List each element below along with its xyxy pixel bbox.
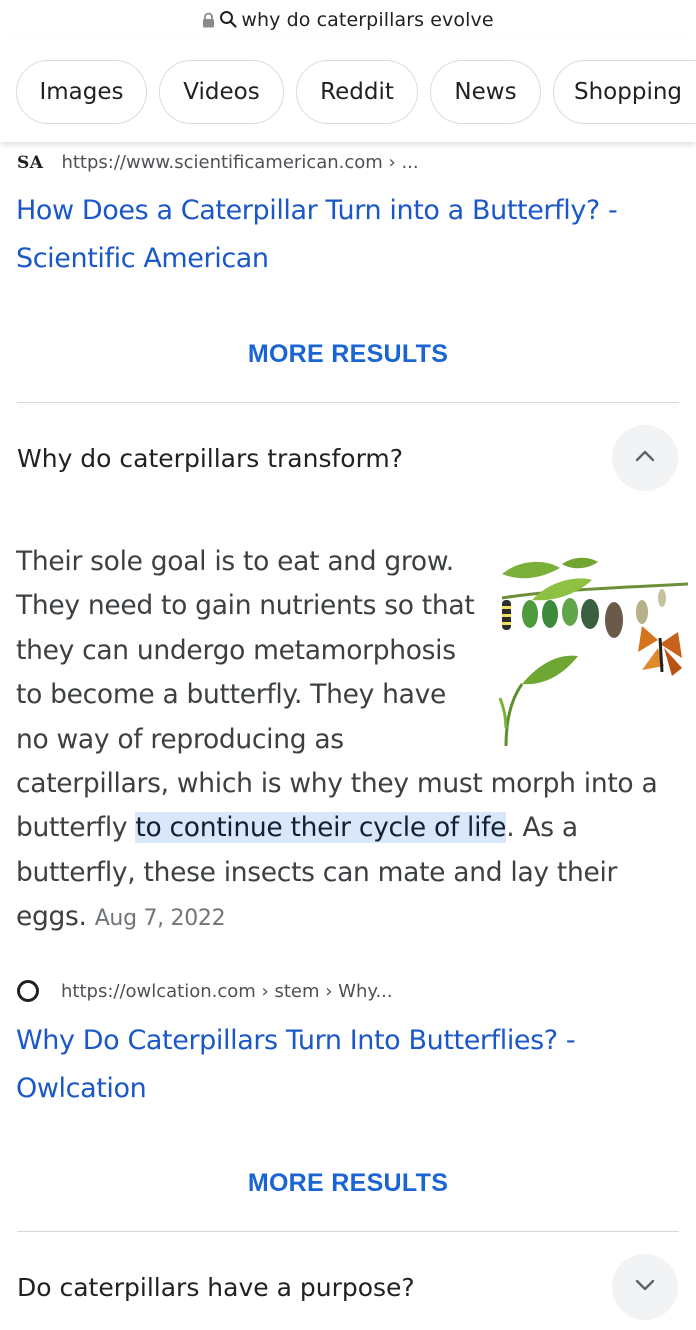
collapse-button[interactable] [612, 425, 678, 491]
chevron-down-icon [634, 1278, 656, 1297]
result-source[interactable]: SA https://www.scientificamerican.com › … [17, 152, 419, 173]
answer-date: Aug 7, 2022 [94, 906, 226, 932]
owlcation-logo [17, 980, 39, 1002]
search-query-text: why do caterpillars evolve [241, 9, 494, 31]
result-url: https://www.scientificamerican.com › ... [61, 152, 419, 173]
answer-highlight: to continue their cycle of life [135, 812, 507, 844]
chip-reddit[interactable]: Reddit [296, 60, 418, 124]
result-title-link[interactable]: How Does a Caterpillar Turn into a Butte… [16, 187, 656, 283]
search-icon [219, 10, 237, 28]
address-bar[interactable]: why do caterpillars evolve [0, 0, 696, 41]
result-source[interactable]: https://owlcation.com › stem › Why... [17, 980, 393, 1002]
result-url: https://owlcation.com › stem › Why... [61, 980, 393, 1002]
divider [17, 1231, 679, 1232]
search-filter-chips: Images Videos Reddit News Shopping [0, 40, 696, 142]
butterfly-life-cycle-image[interactable] [492, 548, 689, 748]
question-heading[interactable]: Do caterpillars have a purpose? [17, 1273, 415, 1302]
question-heading[interactable]: Why do caterpillars transform? [17, 444, 403, 473]
scientific-american-logo: SA [17, 152, 44, 173]
chip-images[interactable]: Images [16, 60, 147, 124]
more-results-button[interactable]: MORE RESULTS [0, 340, 696, 369]
expand-button[interactable] [612, 1254, 678, 1320]
chevron-up-icon [634, 449, 656, 468]
divider [17, 402, 679, 403]
lock-icon [202, 11, 215, 28]
more-results-button[interactable]: MORE RESULTS [0, 1169, 696, 1198]
chip-news[interactable]: News [430, 60, 541, 124]
result-title-link[interactable]: Why Do Caterpillars Turn Into Butterflie… [16, 1017, 656, 1113]
answer-snippet: Their sole goal is to eat and grow. They… [16, 540, 689, 942]
chip-shopping[interactable]: Shopping [553, 60, 696, 124]
chip-videos[interactable]: Videos [159, 60, 284, 124]
